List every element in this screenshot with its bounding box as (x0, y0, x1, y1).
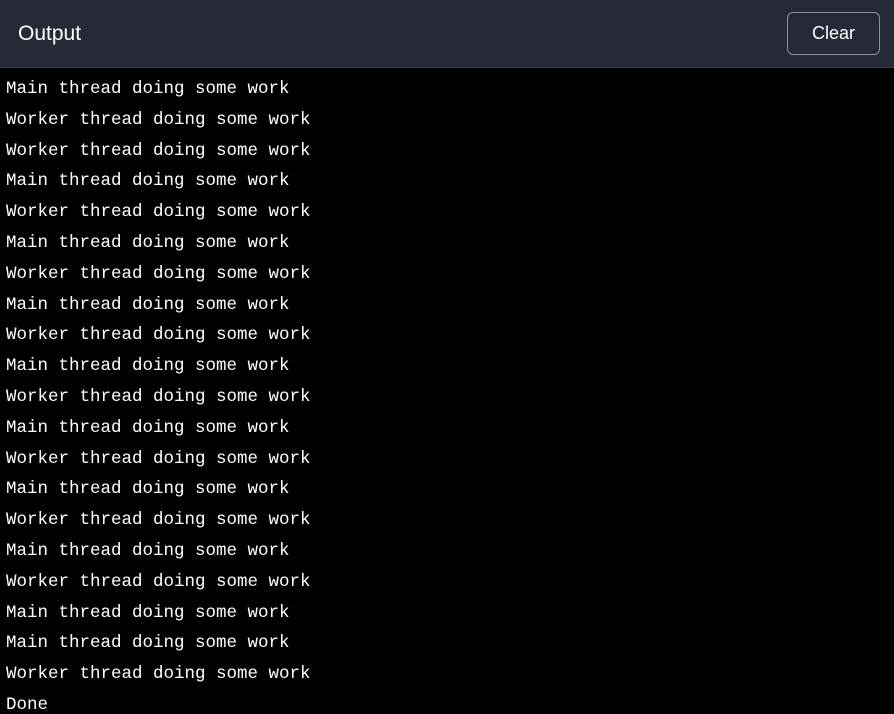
output-header: Output Clear (0, 0, 894, 68)
output-line: Main thread doing some work (6, 74, 888, 105)
output-line: Main thread doing some work (6, 166, 888, 197)
output-line: Worker thread doing some work (6, 197, 888, 228)
output-line: Worker thread doing some work (6, 382, 888, 413)
clear-button[interactable]: Clear (787, 12, 880, 55)
output-line: Worker thread doing some work (6, 259, 888, 290)
output-line: Main thread doing some work (6, 628, 888, 659)
output-line: Main thread doing some work (6, 228, 888, 259)
output-line: Main thread doing some work (6, 413, 888, 444)
output-line: Main thread doing some work (6, 290, 888, 321)
output-line: Main thread doing some work (6, 474, 888, 505)
output-line: Main thread doing some work (6, 598, 888, 629)
output-line: Worker thread doing some work (6, 320, 888, 351)
output-area: Main thread doing some workWorker thread… (0, 68, 894, 714)
output-line: Worker thread doing some work (6, 659, 888, 690)
panel-title: Output (18, 22, 81, 46)
output-line: Worker thread doing some work (6, 444, 888, 475)
output-line: Worker thread doing some work (6, 505, 888, 536)
output-line: Worker thread doing some work (6, 136, 888, 167)
output-line: Done (6, 690, 888, 714)
output-line: Worker thread doing some work (6, 105, 888, 136)
output-line: Main thread doing some work (6, 351, 888, 382)
output-line: Main thread doing some work (6, 536, 888, 567)
output-line: Worker thread doing some work (6, 567, 888, 598)
